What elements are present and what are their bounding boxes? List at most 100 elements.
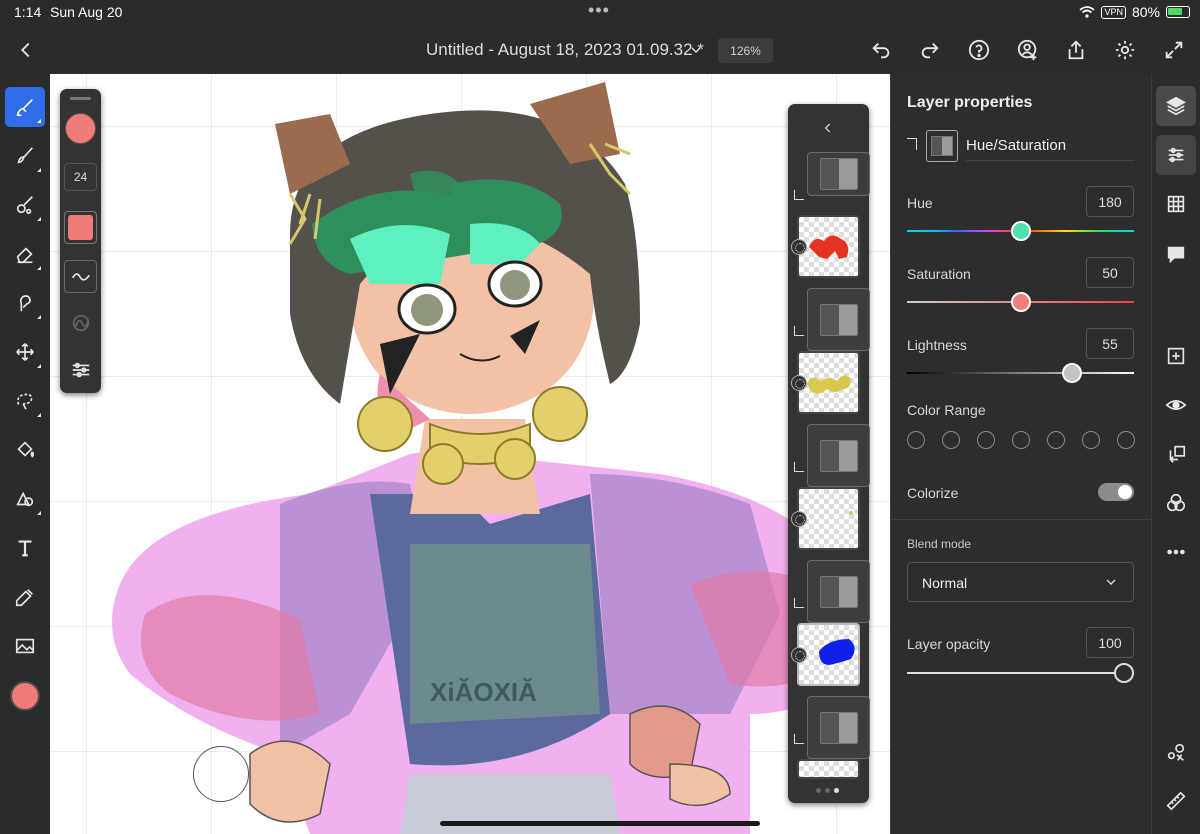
move-tool[interactable] <box>5 332 45 372</box>
liquify-button[interactable] <box>1156 732 1196 772</box>
invite-icon[interactable] <box>1014 36 1042 64</box>
right-rail <box>1151 74 1200 834</box>
status-time: 1:14 <box>14 4 42 20</box>
color-range-option[interactable] <box>1012 431 1030 449</box>
clip-arrow-icon <box>794 326 804 336</box>
undo-icon[interactable] <box>867 36 895 64</box>
visibility-button[interactable] <box>1156 385 1196 425</box>
hue-slider-knob[interactable] <box>1010 221 1031 241</box>
clip-icon <box>907 138 917 150</box>
opacity-value-field[interactable]: 100 <box>1086 627 1134 658</box>
add-layer-icon <box>1167 347 1185 365</box>
smoothing-button[interactable] <box>64 260 97 293</box>
color-range-option[interactable] <box>1117 431 1135 449</box>
redo-icon[interactable] <box>916 36 944 64</box>
color-range-option[interactable] <box>1047 431 1065 449</box>
saturation-value-field[interactable]: 50 <box>1086 257 1134 288</box>
ruler-button[interactable] <box>1156 781 1196 821</box>
eraser-tool[interactable] <box>5 234 45 274</box>
status-date: Sun Aug 20 <box>50 4 123 20</box>
battery-percent: 80% <box>1131 4 1160 20</box>
settings-icon[interactable] <box>1111 36 1139 64</box>
smudge-tool[interactable] <box>5 283 45 323</box>
shape-tool[interactable] <box>5 479 45 519</box>
pressure-icon <box>72 314 89 331</box>
color-range-option[interactable] <box>977 431 995 449</box>
fullscreen-icon[interactable] <box>1160 36 1188 64</box>
color-range-option[interactable] <box>942 431 960 449</box>
chevron-left-icon[interactable] <box>818 118 838 138</box>
layer-thumbnail[interactable] <box>807 288 870 351</box>
layer-thumbnail[interactable] <box>807 152 870 196</box>
multitasking-dots-icon[interactable]: ••• <box>588 0 610 21</box>
zoom-level[interactable]: 126% <box>718 38 773 63</box>
clip-arrow-icon <box>794 462 804 472</box>
watercolor-icon <box>16 196 33 215</box>
adjustments-button[interactable] <box>1156 135 1196 175</box>
blend-mode-dropdown[interactable]: Normal <box>907 562 1134 602</box>
layer-thumbnail[interactable] <box>807 560 870 623</box>
layer-mask-icon[interactable] <box>791 511 807 527</box>
comments-button[interactable] <box>1156 234 1196 274</box>
document-title[interactable]: Untitled - August 18, 2023 01.09.32 * <box>426 40 704 60</box>
lightness-slider-track[interactable] <box>907 372 1134 374</box>
fill-tool[interactable] <box>5 430 45 470</box>
drag-handle[interactable] <box>70 97 91 100</box>
colorize-label: Colorize <box>907 485 959 501</box>
lasso-select-tool[interactable] <box>5 381 45 421</box>
paint-brush-tool[interactable] <box>5 136 45 176</box>
lightness-value-field[interactable]: 55 <box>1086 328 1134 359</box>
layers-button[interactable] <box>1156 86 1196 126</box>
smudge-icon <box>19 295 31 312</box>
add-layer-button[interactable] <box>1156 336 1196 376</box>
grid-button[interactable] <box>1156 184 1196 224</box>
brush-size-field[interactable]: 24 <box>64 163 97 191</box>
pressure-button[interactable] <box>64 306 97 339</box>
color-range-option[interactable] <box>907 431 925 449</box>
opacity-slider-track[interactable] <box>907 672 1134 674</box>
share-icon[interactable] <box>1062 36 1090 64</box>
layer-thumbnail[interactable] <box>797 759 860 779</box>
brush-preview-button[interactable] <box>64 211 97 244</box>
layer-mask-icon[interactable] <box>791 647 807 663</box>
clip-arrow-icon <box>794 190 804 200</box>
help-icon[interactable] <box>965 36 993 64</box>
hue-label: Hue <box>907 195 933 211</box>
move-icon <box>16 343 34 361</box>
lightness-label: Lightness <box>907 337 967 353</box>
text-icon <box>18 540 32 557</box>
home-indicator[interactable] <box>440 821 760 826</box>
eraser-icon <box>16 247 33 264</box>
drawing-canvas[interactable]: XiĂOXIĂ <box>50 74 890 834</box>
colorize-toggle[interactable] <box>1098 483 1134 501</box>
text-tool[interactable] <box>5 528 45 568</box>
image-tool[interactable] <box>5 626 45 666</box>
layer-thumbnail[interactable] <box>807 424 870 487</box>
layer-mask-icon[interactable] <box>791 375 807 391</box>
saturation-slider-knob[interactable] <box>1010 292 1031 312</box>
ruler-icon <box>1166 791 1186 811</box>
layer-mask-icon[interactable] <box>791 239 807 255</box>
eyedropper-tool[interactable] <box>5 577 45 617</box>
adjustment-name: Hue/Saturation <box>966 137 1067 154</box>
layer-thumbnail[interactable] <box>807 696 870 759</box>
color-range-option[interactable] <box>1082 431 1100 449</box>
brush-color-swatch[interactable] <box>65 113 96 144</box>
wave-icon <box>71 272 90 281</box>
lightness-slider-knob[interactable] <box>1062 363 1083 383</box>
opacity-slider-knob[interactable] <box>1114 663 1134 683</box>
hue-value-field[interactable]: 180 <box>1086 186 1134 217</box>
color-picker-swatch[interactable] <box>10 681 40 711</box>
brush-options-button[interactable] <box>64 353 97 386</box>
more-button[interactable] <box>1156 532 1196 572</box>
clip-layer-button[interactable] <box>1156 434 1196 474</box>
blend-button[interactable] <box>1156 483 1196 523</box>
back-icon[interactable] <box>12 36 40 64</box>
chevron-down-icon[interactable] <box>682 36 710 64</box>
brush-tool[interactable] <box>5 87 45 127</box>
shirt-print: XiĂOXIĂ <box>430 677 537 707</box>
watercolor-tool[interactable] <box>5 185 45 225</box>
status-indicators: VPN 80% <box>1079 4 1190 20</box>
saturation-label: Saturation <box>907 266 971 282</box>
sliders-icon <box>72 362 89 377</box>
